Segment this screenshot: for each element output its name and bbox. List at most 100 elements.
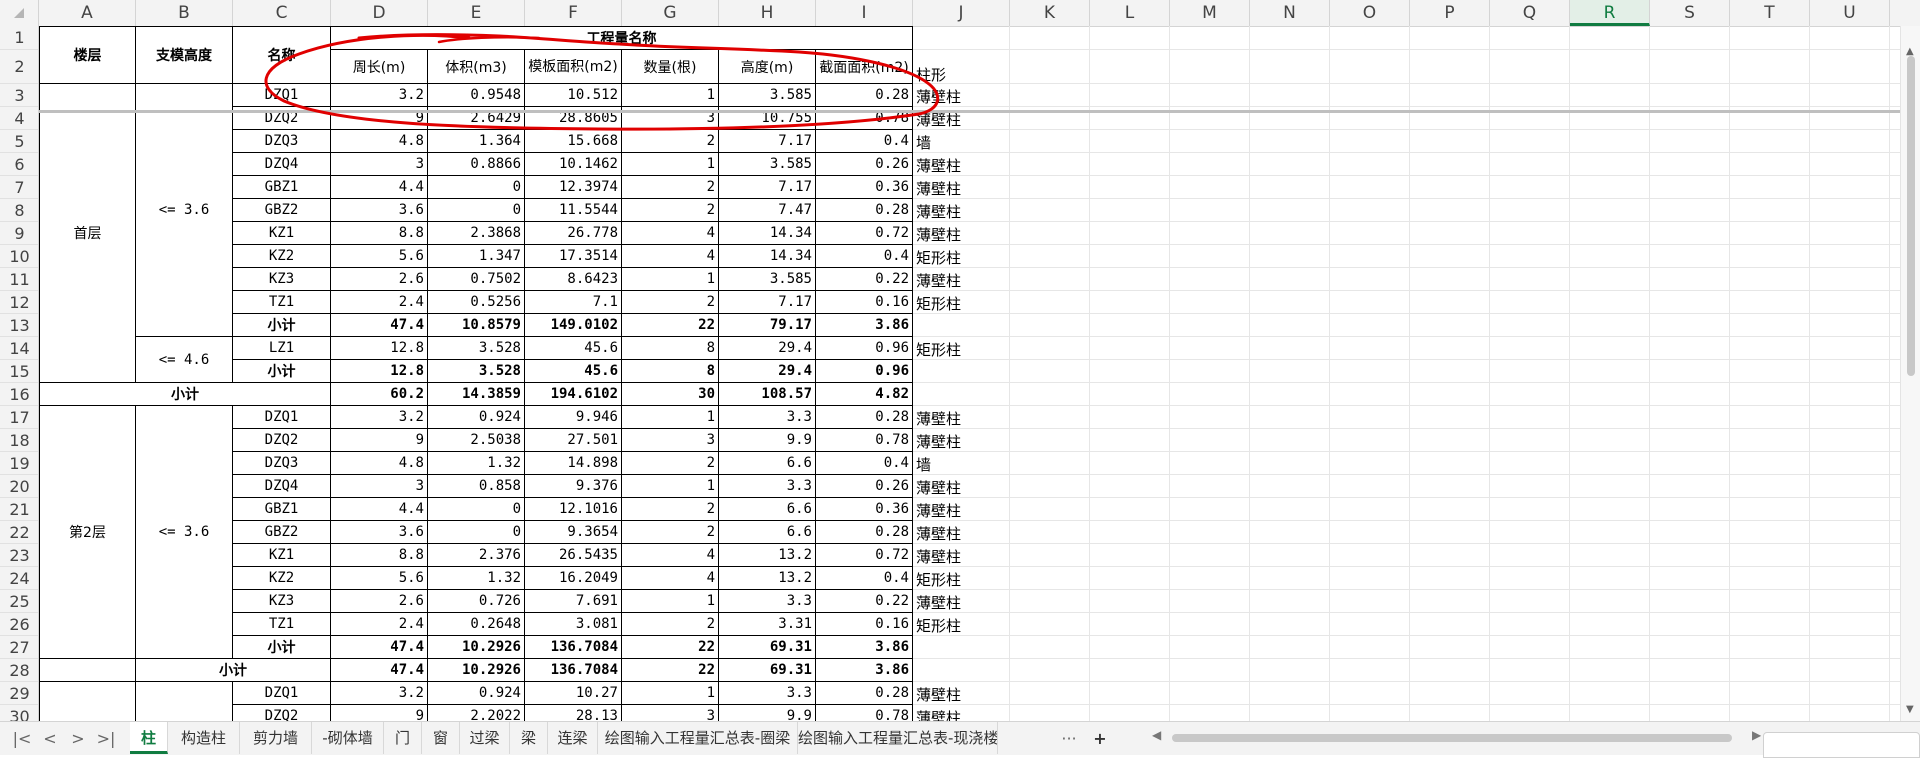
cell-i[interactable]: 0.26 — [816, 153, 913, 176]
cell-g[interactable]: 3 — [622, 705, 719, 721]
cell-name[interactable]: KZ3 — [233, 590, 331, 613]
cell-i[interactable]: 0.28 — [816, 84, 913, 107]
cell-g[interactable]: 1 — [622, 682, 719, 705]
column-header-P[interactable]: P — [1410, 0, 1490, 26]
cell-i[interactable]: 0.26 — [816, 475, 913, 498]
cell-i[interactable]: 0.72 — [816, 222, 913, 245]
scroll-right-icon[interactable]: ▶ — [1752, 728, 1761, 742]
cell-i[interactable]: 0.22 — [816, 268, 913, 291]
row-header-16[interactable]: 16 — [0, 383, 38, 406]
row-header-23[interactable]: 23 — [0, 544, 38, 567]
cell-h[interactable]: 3.31 — [719, 613, 816, 636]
column-header-C[interactable]: C — [233, 0, 331, 26]
cell-f[interactable]: 194.6102 — [525, 383, 622, 406]
column-type-label[interactable]: 墙 — [916, 454, 931, 475]
column-header-S[interactable]: S — [1650, 0, 1730, 26]
cell-g[interactable]: 2 — [622, 291, 719, 314]
cell-i[interactable]: 0.16 — [816, 613, 913, 636]
cell-d[interactable]: 5.6 — [331, 245, 428, 268]
cell-f[interactable]: 10.512 — [525, 84, 622, 107]
cell-f[interactable]: 26.778 — [525, 222, 622, 245]
support-height-group[interactable]: <= 3.6 — [136, 406, 233, 659]
cell-i[interactable]: 3.86 — [816, 636, 913, 659]
floor-subtotal-label[interactable]: 小计 — [39, 383, 331, 406]
column-type-label[interactable]: 薄壁柱 — [916, 86, 961, 107]
cell-g[interactable]: 1 — [622, 153, 719, 176]
cell-f[interactable]: 136.7084 — [525, 659, 622, 682]
column-type-label[interactable]: 薄壁柱 — [916, 408, 961, 429]
column-header-H[interactable]: H — [719, 0, 816, 26]
row-header-17[interactable]: 17 — [0, 406, 38, 429]
cell-d[interactable]: 2.6 — [331, 590, 428, 613]
column-header-O[interactable]: O — [1330, 0, 1410, 26]
column-header-I[interactable]: I — [816, 0, 913, 26]
floor-second[interactable]: 第2层 — [39, 406, 136, 659]
row-header-24[interactable]: 24 — [0, 567, 38, 590]
cell-d[interactable]: 9 — [331, 705, 428, 721]
vertical-scroll-thumb[interactable] — [1907, 56, 1915, 376]
column-type-label[interactable]: 薄壁柱 — [916, 500, 961, 521]
cell-name[interactable]: LZ1 — [233, 337, 331, 360]
cell-h[interactable]: 7.47 — [719, 199, 816, 222]
cell-e[interactable]: 14.3859 — [428, 383, 525, 406]
row-header-7[interactable]: 7 — [0, 176, 38, 199]
column-header-T[interactable]: T — [1730, 0, 1810, 26]
cell-e[interactable]: 10.8579 — [428, 314, 525, 337]
cell-d[interactable]: 8.8 — [331, 222, 428, 245]
row-header-29[interactable]: 29 — [0, 682, 38, 705]
column-header-G[interactable]: G — [622, 0, 719, 26]
column-type-label[interactable]: 薄壁柱 — [916, 178, 961, 199]
cell-g[interactable]: 8 — [622, 337, 719, 360]
cell-e[interactable]: 0.9548 — [428, 84, 525, 107]
cell-h[interactable]: 9.9 — [719, 705, 816, 721]
cell-d[interactable]: 2.6 — [331, 268, 428, 291]
row-header-27[interactable]: 27 — [0, 636, 38, 659]
cell-e[interactable]: 0 — [428, 498, 525, 521]
cell-h[interactable]: 3.585 — [719, 268, 816, 291]
cell-name[interactable]: KZ2 — [233, 245, 331, 268]
sheet-tab[interactable]: 绘图输入工程量汇总表-现浇楼 — [798, 722, 998, 754]
column-type-label[interactable]: 薄壁柱 — [916, 477, 961, 498]
header-floor[interactable]: 楼层 — [39, 26, 136, 84]
cell-i[interactable]: 0.28 — [816, 199, 913, 222]
cell-g[interactable]: 1 — [622, 406, 719, 429]
column-header-J[interactable]: J — [913, 0, 1010, 26]
cell-i[interactable]: 0.36 — [816, 176, 913, 199]
row-header-26[interactable]: 26 — [0, 613, 38, 636]
cell-i[interactable]: 0.28 — [816, 521, 913, 544]
cell-name[interactable]: 小计 — [233, 314, 331, 337]
horizontal-scrollbar[interactable]: ◀ ▶ — [1150, 728, 1770, 744]
cell-name[interactable]: 小计 — [233, 360, 331, 383]
cell-e[interactable]: 2.376 — [428, 544, 525, 567]
column-type-label[interactable]: 墙 — [916, 132, 931, 153]
column-header-M[interactable]: M — [1170, 0, 1250, 26]
cell-g[interactable]: 30 — [622, 383, 719, 406]
column-type-label[interactable]: 薄壁柱 — [916, 270, 961, 291]
more-sheets-icon[interactable]: ··· — [1055, 722, 1083, 756]
cell-f[interactable]: 15.668 — [525, 130, 622, 153]
cell-i[interactable]: 0.22 — [816, 590, 913, 613]
scroll-left-icon[interactable]: ◀ — [1152, 728, 1161, 742]
cell-e[interactable]: 2.3868 — [428, 222, 525, 245]
cell-name[interactable]: GBZ2 — [233, 521, 331, 544]
cell-d[interactable]: 2.4 — [331, 291, 428, 314]
cell-e[interactable]: 0.5256 — [428, 291, 525, 314]
cell-f[interactable]: 149.0102 — [525, 314, 622, 337]
cell-d[interactable]: 3.2 — [331, 682, 428, 705]
cell-e[interactable]: 3.528 — [428, 337, 525, 360]
row-header-10[interactable]: 10 — [0, 245, 38, 268]
cell-h[interactable]: 69.31 — [719, 636, 816, 659]
column-header-F[interactable]: F — [525, 0, 622, 26]
cell-e[interactable]: 0.2648 — [428, 613, 525, 636]
column-type-label[interactable]: 矩形柱 — [916, 339, 961, 360]
cell-i[interactable]: 0.16 — [816, 291, 913, 314]
cell-d[interactable]: 47.4 — [331, 659, 428, 682]
cell-f[interactable]: 27.501 — [525, 429, 622, 452]
cell-f[interactable]: 45.6 — [525, 360, 622, 383]
cell-e[interactable]: 0.726 — [428, 590, 525, 613]
cell-h[interactable]: 13.2 — [719, 567, 816, 590]
cell-d[interactable]: 3.6 — [331, 199, 428, 222]
row-header-15[interactable]: 15 — [0, 360, 38, 383]
cell-i[interactable]: 0.36 — [816, 498, 913, 521]
cell-h[interactable]: 13.2 — [719, 544, 816, 567]
